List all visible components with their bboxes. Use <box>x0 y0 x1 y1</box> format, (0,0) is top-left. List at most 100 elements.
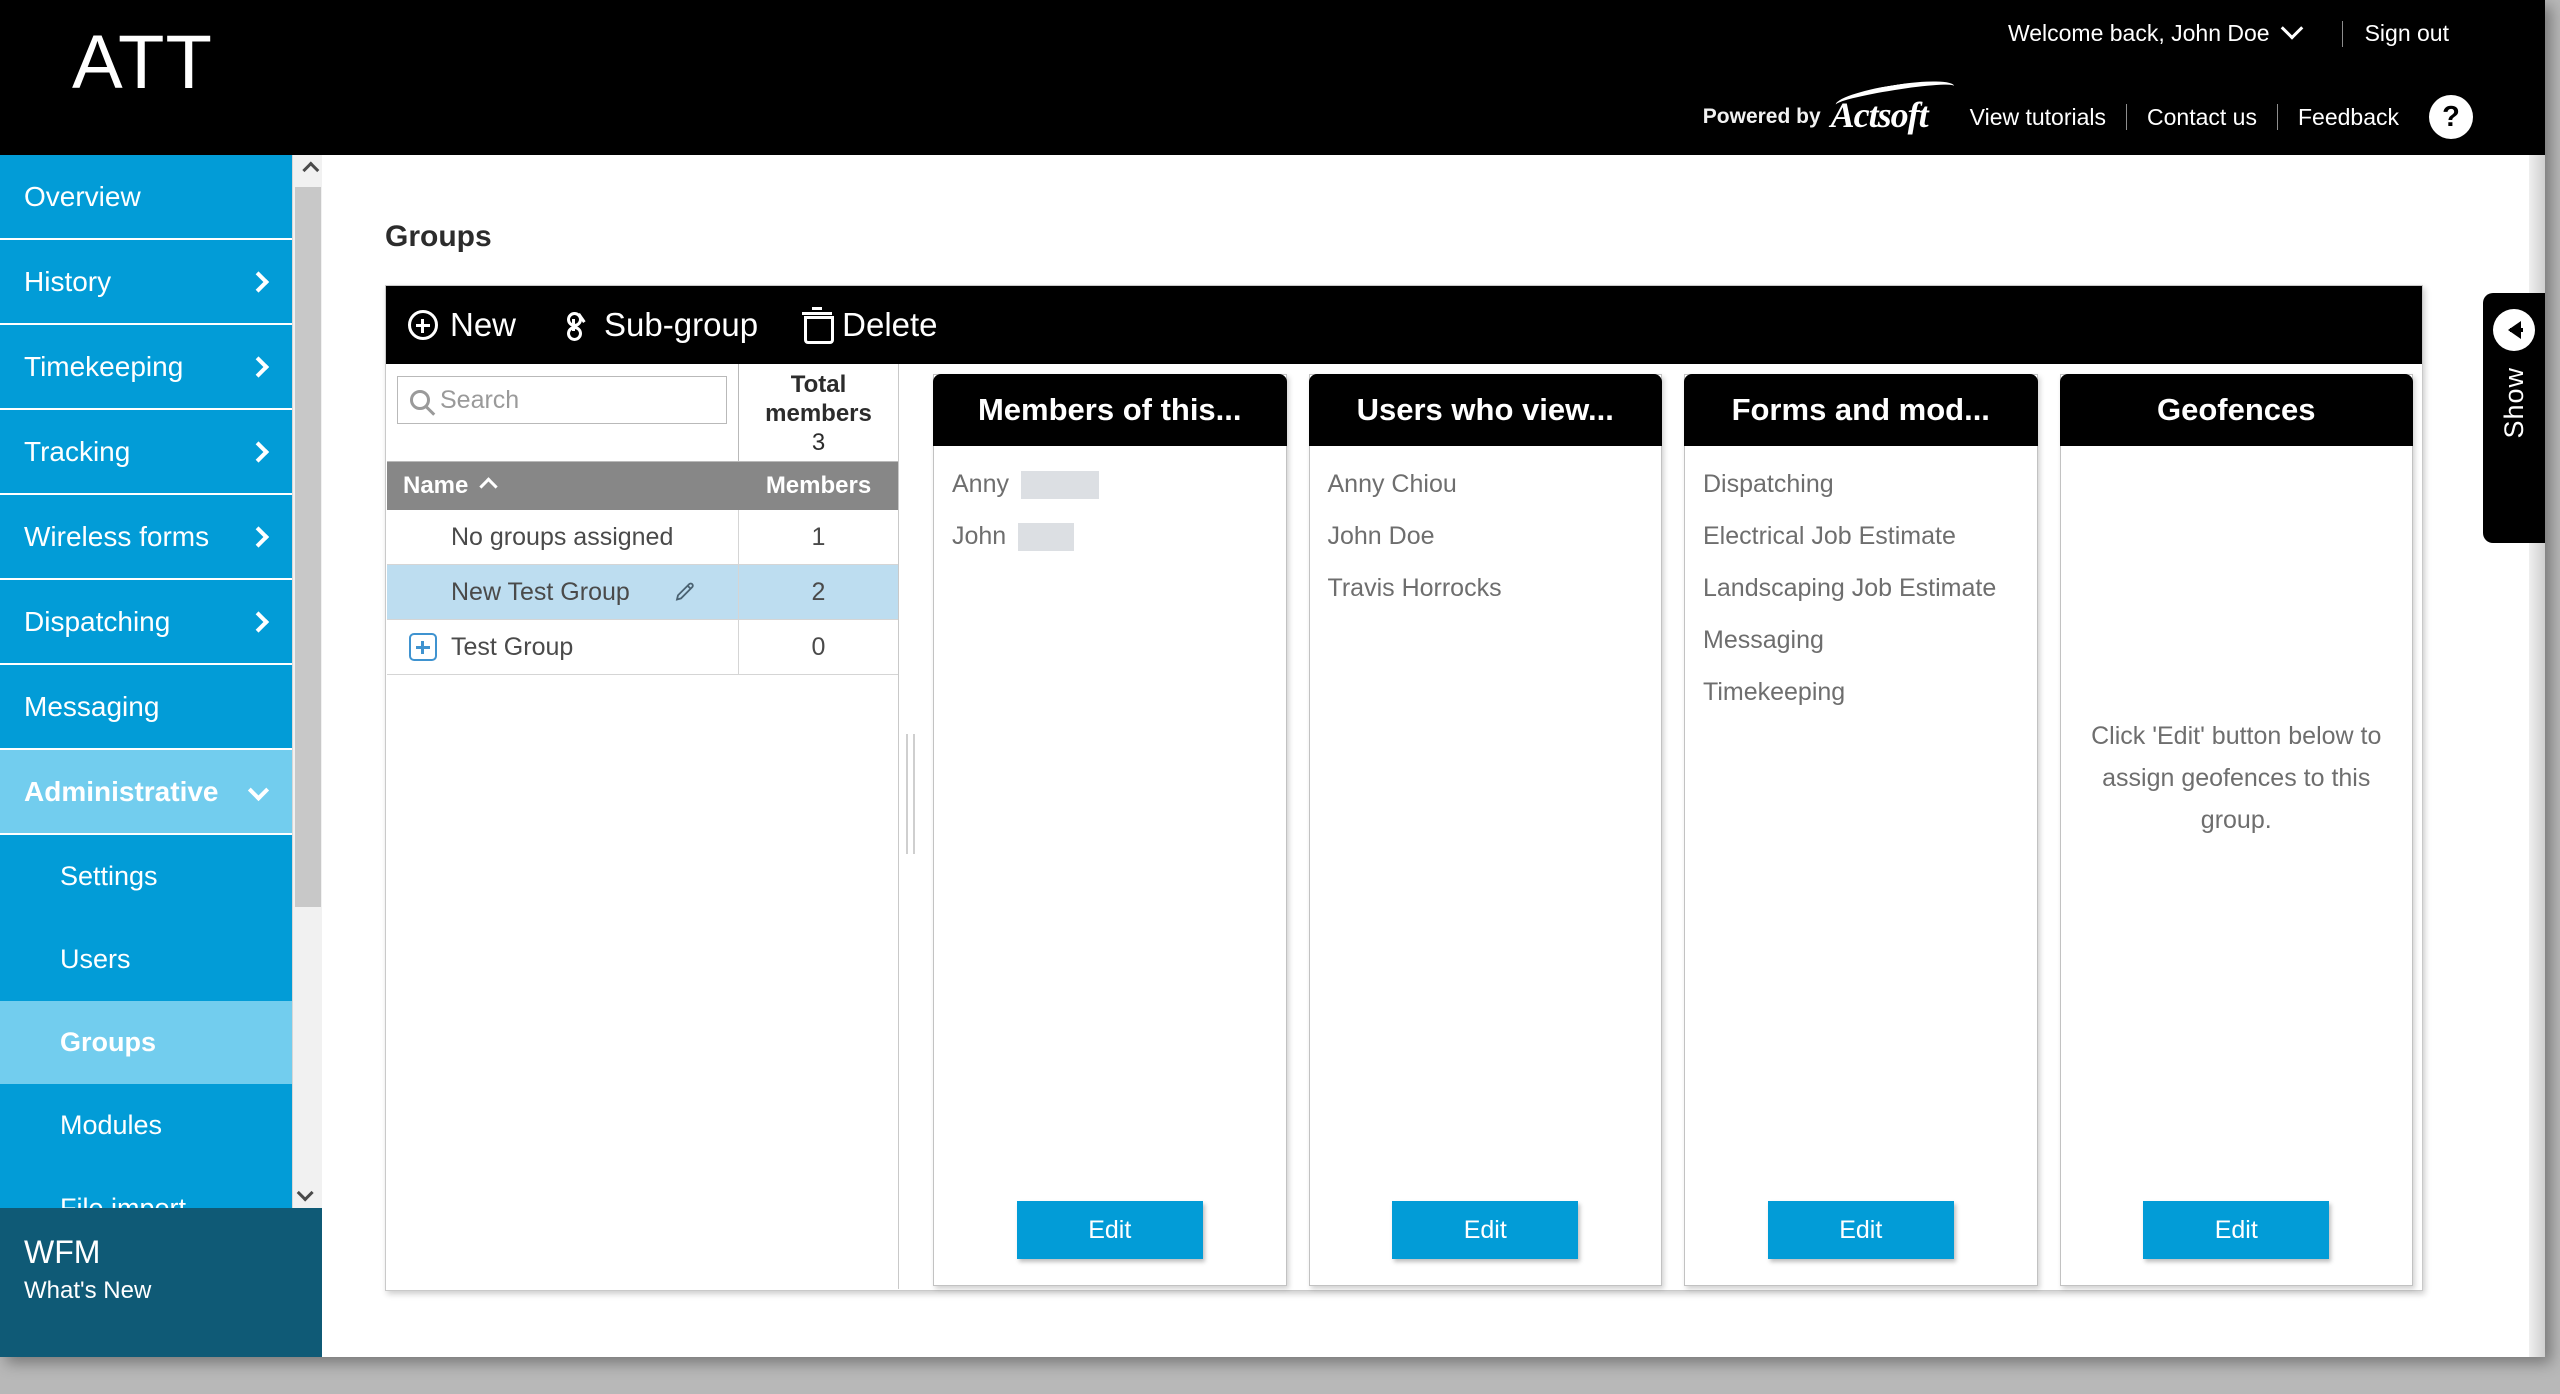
sidebar-item-messaging[interactable]: Messaging <box>0 665 322 750</box>
table-cell-members: 2 <box>811 577 826 606</box>
edit-users-button[interactable]: Edit <box>1392 1201 1579 1259</box>
table-cell-members: 1 <box>811 522 826 551</box>
chevron-right-icon <box>247 440 270 463</box>
edit-members-button[interactable]: Edit <box>1016 1201 1203 1259</box>
detail-cards: Members of this... Anny John Edit Users … <box>933 374 2413 1286</box>
expand-plus-icon[interactable] <box>409 633 437 661</box>
help-icon[interactable]: ? <box>2429 95 2473 139</box>
sidebar-item-administrative[interactable]: Administrative <box>0 750 322 835</box>
page-title: Groups <box>385 220 492 253</box>
divider <box>2276 104 2278 130</box>
card-empty-message: Click 'Edit' button below to assign geof… <box>2091 721 2382 834</box>
list-item: Dispatching <box>1703 470 2019 499</box>
search-input[interactable]: Search <box>397 376 727 424</box>
group-name: Test Group <box>451 632 574 661</box>
sidebar-item-groups[interactable]: Groups <box>0 1001 322 1084</box>
column-header-members[interactable]: Members <box>739 472 898 500</box>
total-members-cell: Total members 3 <box>739 364 898 461</box>
feedback-link[interactable]: Feedback <box>2298 104 2399 131</box>
sidebar-scrollbar[interactable] <box>292 155 322 1208</box>
scroll-down-icon[interactable] <box>293 1178 322 1208</box>
list-item: Travis Horrocks <box>1328 574 1644 603</box>
sidebar-subitem-label: Users <box>60 944 131 974</box>
sidebar-item-tracking[interactable]: Tracking <box>0 410 322 495</box>
sidebar-item-timekeeping[interactable]: Timekeeping <box>0 325 322 410</box>
welcome-message[interactable]: Welcome back, John Doe <box>2008 20 2270 47</box>
sidebar-subitem-label: Settings <box>60 861 158 891</box>
group-name: New Test Group <box>451 577 630 606</box>
sort-ascending-icon <box>479 476 499 496</box>
group-name: No groups assigned <box>451 522 674 551</box>
plus-circle-icon <box>408 310 438 340</box>
total-members-value: 3 <box>811 429 826 456</box>
sidebar-item-modules[interactable]: Modules <box>0 1084 322 1167</box>
sidebar-nav-list: Overview History Timekeeping Tracking Wi… <box>0 155 322 1208</box>
wfm-whats-new[interactable]: WFM What's New <box>0 1208 322 1357</box>
sidebar-item-wireless-forms[interactable]: Wireless forms <box>0 495 322 580</box>
groups-table: Search Total members 3 Name Members No g… <box>387 364 899 1289</box>
show-panel-toggle[interactable]: Show <box>2483 293 2545 543</box>
chevron-right-icon <box>247 610 270 633</box>
module-name: Landscaping Job Estimate <box>1703 574 1997 602</box>
card-body: Anny John <box>934 446 1286 1175</box>
card-footer: Edit <box>2061 1175 2413 1285</box>
sidebar-item-label: Messaging <box>24 690 160 722</box>
sign-out-link[interactable]: Sign out <box>2365 20 2449 47</box>
edit-geofences-button[interactable]: Edit <box>2143 1201 2330 1259</box>
scroll-up-icon[interactable] <box>293 155 322 185</box>
table-cell-name: New Test Group <box>387 565 739 619</box>
sidebar-item-dispatching[interactable]: Dispatching <box>0 580 322 665</box>
chevron-down-icon[interactable] <box>2280 16 2303 40</box>
user-name: Anny Chiou <box>1327 470 1457 498</box>
trash-icon <box>802 307 835 344</box>
sidebar-subitem-label: Groups <box>60 1027 157 1057</box>
list-item: John Doe <box>1328 522 1644 551</box>
edit-forms-button[interactable]: Edit <box>1767 1201 1954 1259</box>
sidebar: Overview History Timekeeping Tracking Wi… <box>0 155 322 1357</box>
sidebar-item-history[interactable]: History <box>0 240 322 325</box>
user-name: Travis Horrocks <box>1327 574 1502 602</box>
sidebar-subitem-label: File import <box>60 1193 187 1208</box>
card-title: Geofences <box>2059 374 2413 446</box>
chevron-right-icon <box>247 270 270 293</box>
total-members-label-line1: Total <box>790 371 847 398</box>
account-menu: Welcome back, John Doe Sign out <box>2008 16 2449 47</box>
column-header-name[interactable]: Name <box>387 472 739 500</box>
scrollbar-thumb[interactable] <box>295 187 321 907</box>
sidebar-item-label: Overview <box>24 180 141 212</box>
sidebar-item-file-import[interactable]: File import <box>0 1167 322 1208</box>
view-tutorials-link[interactable]: View tutorials <box>1970 104 2106 131</box>
panel-splitter[interactable] <box>899 364 921 1289</box>
user-name: John Doe <box>1327 522 1435 550</box>
sub-group-button[interactable]: Sub-group <box>562 306 758 344</box>
table-cell-name: Test Group <box>387 620 739 674</box>
list-item: Messaging <box>1703 626 2019 655</box>
new-button[interactable]: New <box>408 306 516 344</box>
sidebar-item-overview[interactable]: Overview <box>0 155 322 240</box>
member-name: Anny <box>952 470 1009 498</box>
table-row[interactable]: New Test Group 2 <box>387 565 898 620</box>
utility-links: Powered by Actsoft View tutorials Contac… <box>1703 95 2473 139</box>
sidebar-item-label: Administrative <box>24 775 219 807</box>
edit-pencil-icon[interactable] <box>674 580 698 604</box>
sidebar-item-settings[interactable]: Settings <box>0 835 322 918</box>
sidebar-item-users[interactable]: Users <box>0 918 322 1001</box>
card-body: Dispatching Electrical Job Estimate Land… <box>1685 446 2037 1175</box>
member-name: John <box>952 522 1007 550</box>
table-row[interactable]: Test Group 0 <box>387 620 898 675</box>
brand-logo: ATT <box>72 20 213 105</box>
card-body: Anny Chiou John Doe Travis Horrocks <box>1310 446 1662 1175</box>
card-footer: Edit <box>1310 1175 1662 1285</box>
show-panel-label: Show <box>2498 367 2529 439</box>
delete-button[interactable]: Delete <box>802 306 938 344</box>
table-row[interactable]: No groups assigned 1 <box>387 510 898 565</box>
main-content: Groups New Sub-group Delete Search Total… <box>322 155 2545 1357</box>
divider <box>2126 104 2128 130</box>
total-members-label-line2: members <box>765 400 872 427</box>
sidebar-item-label: Tracking <box>24 435 131 467</box>
divider <box>2341 20 2343 47</box>
column-header-members-label: Members <box>765 472 872 499</box>
groups-panel: New Sub-group Delete Search Total member… <box>385 285 2423 1291</box>
contact-us-link[interactable]: Contact us <box>2147 104 2257 131</box>
search-placeholder: Search <box>440 385 520 414</box>
